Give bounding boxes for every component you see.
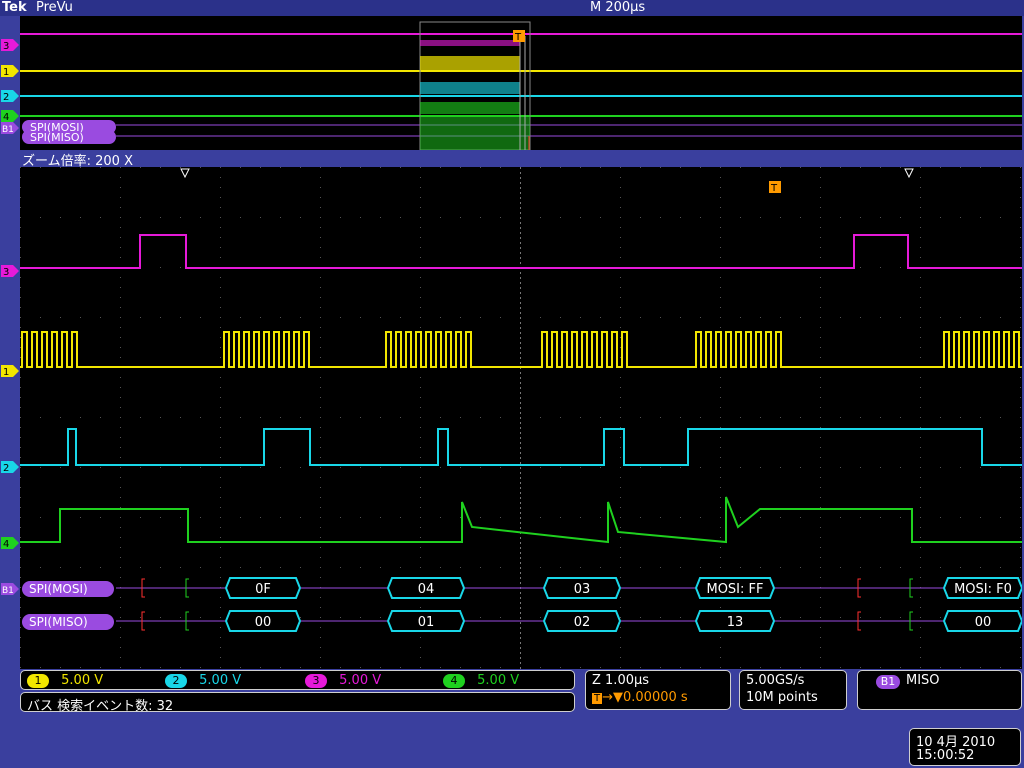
ch3-marker[interactable]: 3 bbox=[1, 265, 19, 278]
svg-text:T: T bbox=[514, 32, 522, 43]
svg-text:3: 3 bbox=[3, 267, 9, 278]
overview-waveform-area[interactable]: SPI(MOSI) SPI(MISO) T bbox=[20, 16, 1022, 151]
miso-packet[interactable]: 13 bbox=[694, 610, 776, 632]
mosi-bus-label[interactable]: SPI(MOSI) bbox=[22, 581, 114, 597]
timebase-readout[interactable]: M 200µs bbox=[590, 0, 645, 15]
ch2-scale[interactable]: 2 5.00 V bbox=[165, 673, 241, 688]
ch4-marker[interactable]: 4 bbox=[1, 110, 19, 123]
brand-logo: Tek bbox=[2, 0, 27, 15]
mosi-packet[interactable]: 04 bbox=[386, 577, 466, 599]
svg-text:00: 00 bbox=[975, 615, 992, 630]
cursor-a-marker[interactable] bbox=[180, 168, 190, 179]
svg-text:01: 01 bbox=[418, 615, 435, 630]
svg-text:SPI(MOSI): SPI(MOSI) bbox=[29, 582, 88, 596]
horizontal-panel[interactable]: Z 1.00µs T →▼0.00000 s bbox=[585, 670, 731, 710]
svg-text:4: 4 bbox=[3, 112, 9, 123]
svg-text:00: 00 bbox=[255, 615, 272, 630]
miso-packet[interactable]: 00 bbox=[942, 610, 1024, 632]
mosi-packet[interactable]: MOSI: F0 bbox=[942, 577, 1024, 599]
svg-text:B1: B1 bbox=[2, 586, 14, 596]
trigger-panel[interactable]: B1 MISO bbox=[857, 670, 1022, 710]
ch3-marker[interactable]: 3 bbox=[1, 39, 19, 52]
trigger-marker: T bbox=[769, 181, 781, 194]
ch2-marker[interactable]: 2 bbox=[1, 90, 19, 103]
miso-packet[interactable]: 02 bbox=[542, 610, 622, 632]
svg-text:3: 3 bbox=[3, 41, 9, 52]
ch1-marker[interactable]: 1 bbox=[1, 65, 19, 78]
svg-text:4: 4 bbox=[3, 539, 9, 550]
acquisition-panel[interactable]: 5.00GS/s 10M points bbox=[739, 670, 847, 710]
svg-text:02: 02 bbox=[574, 615, 591, 630]
svg-text:2: 2 bbox=[3, 463, 9, 474]
acquisition-mode: PreVu bbox=[36, 0, 73, 15]
svg-text:T: T bbox=[770, 183, 778, 194]
svg-text:SPI(MISO): SPI(MISO) bbox=[29, 615, 88, 629]
sample-rate: 5.00GS/s bbox=[746, 673, 805, 688]
overview-trigger-marker: T bbox=[513, 30, 525, 43]
svg-text:MOSI: F0: MOSI: F0 bbox=[954, 582, 1012, 597]
ch3-scale[interactable]: 3 5.00 V bbox=[305, 673, 381, 688]
svg-text:1: 1 bbox=[3, 67, 9, 78]
miso-packet[interactable]: 00 bbox=[224, 610, 302, 632]
svg-text:03: 03 bbox=[574, 582, 591, 597]
graticule bbox=[20, 167, 1021, 669]
search-events-bar[interactable]: バス 検索イベント数: 32 bbox=[20, 692, 575, 714]
main-channel-markers: 3 1 2 4 B1 bbox=[1, 265, 19, 596]
mosi-packet[interactable]: MOSI: FF bbox=[694, 577, 776, 599]
mosi-packet[interactable]: 03 bbox=[542, 577, 622, 599]
miso-packet[interactable]: 01 bbox=[386, 610, 466, 632]
search-events-label: バス 検索イベント数: 32 bbox=[27, 699, 174, 714]
svg-text:2: 2 bbox=[3, 92, 9, 103]
ch4-marker[interactable]: 4 bbox=[1, 537, 19, 550]
bus-marker[interactable]: B1 bbox=[1, 583, 19, 596]
svg-text:B1: B1 bbox=[2, 125, 14, 135]
trigger-type: MISO bbox=[906, 673, 940, 688]
miso-bus-label[interactable]: SPI(MISO) bbox=[22, 614, 114, 630]
svg-text:04: 04 bbox=[418, 582, 435, 597]
time-readout: 15:00:52 bbox=[916, 748, 975, 763]
channel-scale-bar: 1 5.00 V 2 5.00 V 3 5.00 V 4 5.00 V bbox=[20, 670, 575, 690]
datetime-panel: 10 4月 2010 15:00:52 bbox=[909, 728, 1021, 766]
trigger-source: B1 bbox=[876, 675, 900, 689]
svg-text:1: 1 bbox=[3, 367, 9, 378]
overview-miso-label: SPI(MISO) bbox=[30, 131, 84, 144]
bus-marker[interactable]: B1 bbox=[1, 122, 19, 135]
svg-text:0F: 0F bbox=[255, 582, 271, 597]
ch2-marker[interactable]: 2 bbox=[1, 461, 19, 474]
cursor-b-marker[interactable] bbox=[904, 168, 914, 179]
ch1-scale[interactable]: 1 5.00 V bbox=[27, 673, 103, 688]
trigger-position: T →▼0.00000 s bbox=[592, 690, 688, 705]
ch4-scale[interactable]: 4 5.00 V bbox=[443, 673, 519, 688]
zoom-waveform-area[interactable]: T SPI(MOSI) SPI(MISO) 0F 04 03 MOSI: FF MOSI… bbox=[20, 167, 1024, 669]
svg-text:MOSI: FF: MOSI: FF bbox=[706, 582, 763, 597]
record-length: 10M points bbox=[746, 690, 818, 705]
overview-channel-markers: 3 1 2 4 B1 bbox=[1, 39, 19, 135]
ch1-marker[interactable]: 1 bbox=[1, 365, 19, 378]
status-bar: Tek PreVu M 200µs bbox=[0, 0, 1024, 16]
mosi-packet[interactable]: 0F bbox=[224, 577, 302, 599]
zoom-scale: Z 1.00µs bbox=[592, 673, 650, 688]
svg-text:13: 13 bbox=[727, 615, 744, 630]
